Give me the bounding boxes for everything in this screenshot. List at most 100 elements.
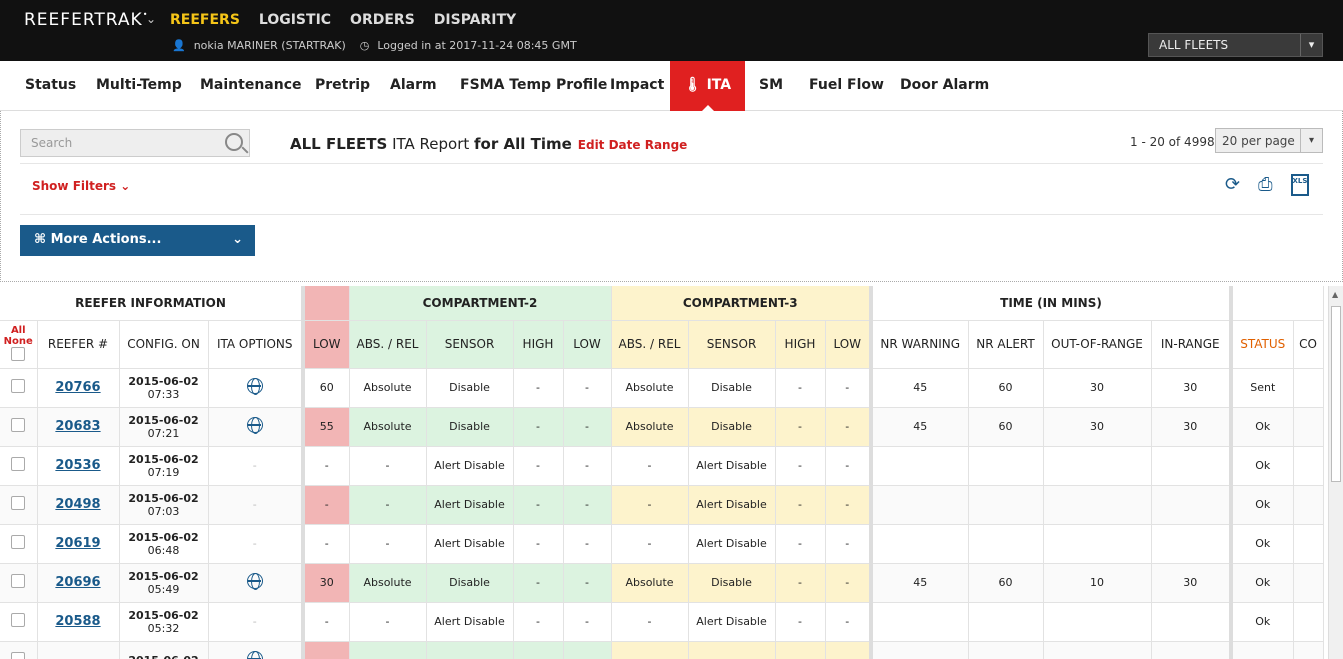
reefer-link[interactable]: 20619: [55, 536, 100, 551]
col-reefer[interactable]: REEFER #: [37, 320, 120, 369]
select-none-link[interactable]: None: [4, 336, 33, 347]
tab-ita[interactable]: 🌡 ITA: [670, 61, 745, 112]
col-high-3[interactable]: HIGH: [775, 320, 826, 369]
nav-logistic[interactable]: LOGISTIC: [259, 12, 331, 28]
col-low-2[interactable]: LOW: [563, 320, 612, 369]
tab-sm[interactable]: SM: [759, 61, 783, 111]
table-row[interactable]: 20588 2015-06-02 05:32- - - Alert Disable - - - A…: [0, 602, 1324, 642]
vertical-scrollbar[interactable]: ▲: [1328, 286, 1343, 659]
row-checkbox[interactable]: [11, 379, 26, 393]
sensor-2-cell: Disable: [426, 563, 514, 603]
top-nav: REEFERS LOGISTIC ORDERS DISPARITY: [170, 12, 516, 28]
table-row[interactable]: 20683 2015-06-02 07:21 55 Absolute Disable - - A…: [0, 407, 1324, 447]
out-of-range-cell: [1043, 524, 1152, 564]
col-high-2[interactable]: HIGH: [513, 320, 564, 369]
select-all-checkbox[interactable]: [11, 346, 26, 361]
per-page-select[interactable]: 20 per page ▾: [1215, 128, 1323, 153]
tab-bar: Status Multi-Temp Maintenance Pretrip Al…: [0, 61, 1343, 112]
col-nr-warning[interactable]: NR WARNING: [869, 320, 969, 369]
col-sensor-2[interactable]: SENSOR: [426, 320, 514, 369]
table-row[interactable]: 20619 2015-06-02 06:48- - - Alert Disable - - - A…: [0, 524, 1324, 564]
status-cell: Ok: [1229, 563, 1294, 603]
fleet-select[interactable]: ALL FLEETS ▾: [1148, 33, 1323, 57]
col-status[interactable]: STATUS: [1229, 320, 1294, 369]
table-row[interactable]: 20536 2015-06-02 07:19- - - Alert Disable - - - A…: [0, 446, 1324, 486]
app-logo[interactable]: REEFERTRAK•: [24, 10, 148, 30]
co-cell: [1293, 446, 1324, 486]
scroll-up-icon[interactable]: ▲: [1332, 290, 1338, 299]
row-checkbox[interactable]: [11, 574, 26, 588]
tab-impact[interactable]: Impact: [610, 61, 664, 111]
col-out-of-range[interactable]: OUT-OF-RANGE: [1043, 320, 1152, 369]
chevron-down-icon: ⌄: [232, 232, 243, 247]
row-checkbox[interactable]: [11, 613, 26, 627]
select-all-link[interactable]: All: [11, 325, 26, 336]
tab-pretrip[interactable]: Pretrip: [315, 61, 370, 111]
row-checkbox[interactable]: [11, 418, 26, 432]
row-checkbox[interactable]: [11, 652, 26, 659]
reefer-cell: 20766: [37, 368, 120, 408]
edit-date-range-link[interactable]: Edit Date Range: [578, 138, 688, 152]
reefer-link[interactable]: 20683: [55, 419, 100, 434]
row-checkbox[interactable]: [11, 535, 26, 549]
high-3-cell: -: [775, 368, 826, 408]
config-cell: 2015-06-02 05:49: [119, 563, 209, 603]
col-low[interactable]: LOW: [301, 320, 350, 369]
scrollbar-thumb[interactable]: [1331, 306, 1341, 482]
reefer-link[interactable]: 20536: [55, 458, 100, 473]
abs-rel-3-cell: Absolute: [611, 563, 689, 603]
nr-warning-cell: [869, 641, 969, 659]
ita-options-cell: -: [208, 524, 304, 564]
row-checkbox-cell: [0, 407, 38, 447]
globe-icon[interactable]: [246, 651, 263, 659]
col-abs-rel-2[interactable]: ABS. / REL: [349, 320, 427, 369]
tab-maintenance[interactable]: Maintenance: [200, 61, 302, 111]
tab-status[interactable]: Status: [25, 61, 76, 111]
low-cell: 60: [301, 368, 350, 408]
table-row[interactable]: 2015-06-02: [0, 641, 1324, 659]
globe-icon[interactable]: [246, 417, 263, 434]
nr-warning-cell: [869, 485, 969, 525]
col-co[interactable]: CO: [1293, 320, 1324, 369]
sensor-3-cell: Disable: [688, 368, 776, 408]
sensor-2-cell: Alert Disable: [426, 485, 514, 525]
col-sensor-3[interactable]: SENSOR: [688, 320, 776, 369]
col-in-range[interactable]: IN-RANGE: [1151, 320, 1232, 369]
tab-door-alarm[interactable]: Door Alarm: [900, 61, 989, 111]
reefer-link[interactable]: 20696: [55, 575, 100, 590]
row-checkbox-cell: [0, 641, 38, 659]
nav-orders[interactable]: ORDERS: [350, 12, 415, 28]
tab-alarm[interactable]: Alarm: [390, 61, 437, 111]
reefer-link[interactable]: 20498: [55, 497, 100, 512]
more-actions-button[interactable]: ⌘ More Actions... ⌄: [20, 225, 255, 256]
search-icon[interactable]: [225, 133, 243, 151]
abs-rel-2-cell: -: [349, 524, 427, 564]
abs-rel-3-cell: [611, 641, 689, 659]
refresh-icon[interactable]: ⟳: [1225, 174, 1240, 196]
tab-fuel-flow[interactable]: Fuel Flow: [809, 61, 884, 111]
xls-export-icon[interactable]: XLS: [1290, 174, 1309, 196]
table-row[interactable]: 20696 2015-06-02 05:49 30 Absolute Disable - - A…: [0, 563, 1324, 603]
nav-reefers[interactable]: REEFERS: [170, 12, 240, 28]
nav-disparity[interactable]: DISPARITY: [434, 12, 516, 28]
table-row[interactable]: 20766 2015-06-02 07:33 60 Absolute Disable - - A…: [0, 368, 1324, 408]
col-abs-rel-3[interactable]: ABS. / REL: [611, 320, 689, 369]
low-3-cell: -: [825, 524, 872, 564]
reefer-link[interactable]: 20766: [55, 380, 100, 395]
chevron-down-icon[interactable]: ⌄: [146, 12, 156, 26]
table-row[interactable]: 20498 2015-06-02 07:03- - - Alert Disable - - - A…: [0, 485, 1324, 525]
col-nr-alert[interactable]: NR ALERT: [968, 320, 1044, 369]
globe-icon[interactable]: [246, 573, 263, 590]
row-checkbox[interactable]: [11, 496, 26, 510]
reefer-link[interactable]: 20588: [55, 614, 100, 629]
print-icon[interactable]: ⎙: [1258, 174, 1272, 196]
col-config-on[interactable]: CONFIG. ON: [119, 320, 209, 369]
col-low-3[interactable]: LOW: [825, 320, 872, 369]
tab-multi-temp[interactable]: Multi-Temp: [96, 61, 182, 111]
row-checkbox[interactable]: [11, 457, 26, 471]
tab-fsma-temp-profile[interactable]: FSMA Temp Profile: [460, 61, 607, 111]
search-input[interactable]: Search: [20, 129, 250, 157]
show-filters-toggle[interactable]: Show Filters ⌄: [32, 179, 130, 193]
col-ita-options[interactable]: ITA OPTIONS: [208, 320, 304, 369]
globe-icon[interactable]: [246, 378, 263, 395]
